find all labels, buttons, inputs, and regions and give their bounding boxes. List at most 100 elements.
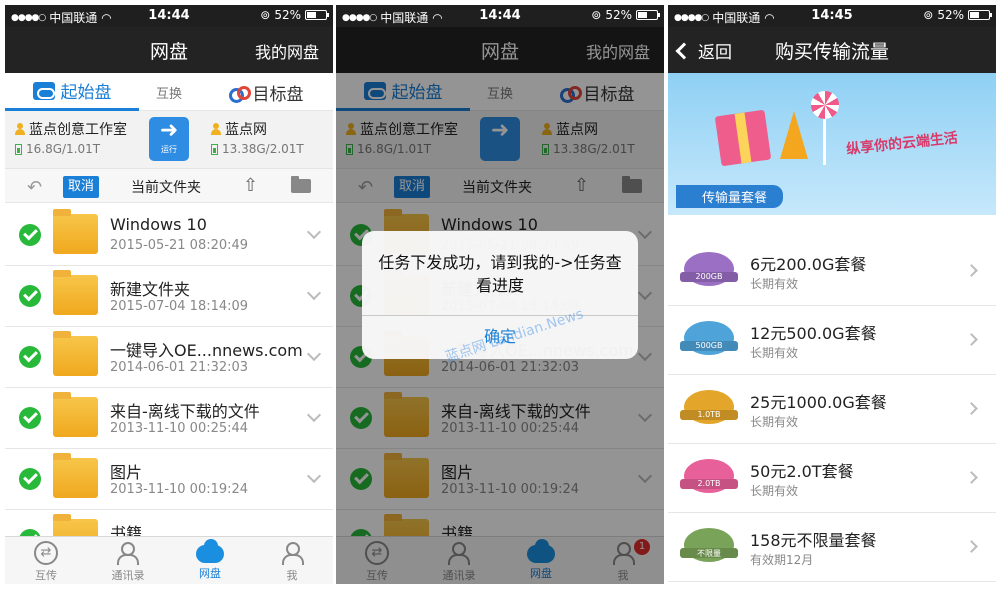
storage-icon <box>211 143 218 155</box>
my-netdisk-button[interactable]: 我的网盘 <box>255 39 319 63</box>
undo-icon[interactable]: ↶ <box>27 177 42 198</box>
arrow-right-icon: ➜ <box>159 118 179 143</box>
chevron-down-icon[interactable] <box>306 224 322 240</box>
status-bar: ●●●●○ 中国联通 ◠ 14:44 ⊚ 52% <box>336 5 664 27</box>
battery-icon <box>305 10 329 20</box>
lollipop-stick <box>823 117 826 165</box>
check-icon[interactable] <box>19 529 41 536</box>
package-row[interactable]: 500GB 12元500.0G套餐 长期有效 <box>668 306 996 375</box>
medal-label: 200GB <box>695 272 723 281</box>
medal-label: 不限量 <box>697 549 721 558</box>
current-folder-label: 当前文件夹 <box>131 180 201 196</box>
source-disk[interactable]: 蓝点创意工作室 16.8G/1.01T <box>15 119 127 156</box>
gift-box-icon <box>714 109 772 167</box>
target-disk[interactable]: 蓝点网 13.38G/2.01T <box>211 119 304 156</box>
file-row[interactable]: Windows 10 2015-05-21 08:20:49 <box>5 205 333 266</box>
package-row[interactable]: 不限量 158元不限量套餐 有效期12月 <box>668 513 996 582</box>
tab-source-disk[interactable]: 起始盘 <box>5 73 139 111</box>
cancel-button[interactable]: 取消 <box>63 176 99 198</box>
package-row[interactable]: 1.0TB 25元1000.0G套餐 长期有效 <box>668 375 996 444</box>
check-icon[interactable] <box>19 346 41 368</box>
bottom-tab-label: 我 <box>286 569 298 582</box>
chevron-down-icon[interactable] <box>306 468 322 484</box>
check-icon[interactable] <box>19 285 41 307</box>
folder-icon <box>53 514 98 536</box>
bottom-tab-label: 互传 <box>35 569 57 582</box>
chevron-down-icon[interactable] <box>306 346 322 362</box>
chevron-down-icon[interactable] <box>306 285 322 301</box>
bottom-tab-contacts[interactable]: 通讯录 <box>87 537 169 584</box>
file-row[interactable]: 来自-离线下载的文件 2013-11-10 00:25:44 <box>5 388 333 449</box>
bottom-tab-label: 通讯录 <box>111 569 145 582</box>
target-disk-icon <box>228 85 251 103</box>
package-validity: 长期有效 <box>750 277 799 291</box>
target-disk-name: 蓝点网 <box>225 122 267 138</box>
lollipop-icon <box>811 91 839 119</box>
package-validity: 长期有效 <box>750 484 799 498</box>
chevron-right-icon <box>965 471 978 484</box>
package-title: 158元不限量套餐 <box>750 531 877 550</box>
screen-netdisk-alert: ●●●●○ 中国联通 ◠ 14:44 ⊚ 52% 网盘 我的网盘 起始盘 互换 目标盘… <box>336 5 664 584</box>
bottom-tab-netdisk[interactable]: 网盘 <box>169 537 251 584</box>
chevron-right-icon <box>965 540 978 553</box>
user-icon <box>15 123 25 135</box>
run-label: 运行 <box>161 145 177 154</box>
chevron-down-icon[interactable] <box>306 407 322 423</box>
package-title: 6元200.0G套餐 <box>750 255 867 274</box>
file-name: 图片 <box>110 463 143 482</box>
status-bar: ●●●●○ 中国联通 ◠ 14:45 ⊚ 52% <box>668 5 996 27</box>
check-icon[interactable] <box>19 407 41 429</box>
contacts-icon <box>115 541 141 565</box>
package-row[interactable]: 200GB 6元200.0G套餐长期有效 <box>668 237 996 306</box>
file-row[interactable]: 新建文件夹2015-07-04 18:14:09 <box>5 266 333 327</box>
package-title: 50元2.0T套餐 <box>750 462 854 481</box>
tab-target-disk[interactable]: 目标盘 <box>199 73 333 111</box>
folder-icon[interactable] <box>291 176 311 193</box>
user-icon <box>211 123 221 135</box>
promo-banner: 纵享你的云端生活 传输量套餐 <box>668 73 996 215</box>
bottom-tab-label: 网盘 <box>199 567 221 580</box>
file-row[interactable]: 一键导入OE...nnews.com2014-06-01 21:32:03 <box>5 327 333 388</box>
upload-icon[interactable]: ⇧ <box>243 175 258 196</box>
folder-icon <box>53 209 98 254</box>
file-date: 2013-11-10 00:19:24 <box>110 482 249 497</box>
file-row[interactable]: 书籍 <box>5 510 333 536</box>
battery-percent: 52% <box>274 8 301 22</box>
package-medal-icon: 2.0TB <box>684 459 734 493</box>
battery-percent: 52% <box>605 8 632 22</box>
banner-label: 传输量套餐 <box>676 185 784 208</box>
package-medal-icon: 500GB <box>684 321 734 355</box>
medal-label: 1.0TB <box>697 410 721 419</box>
file-date: 2015-07-04 18:14:09 <box>110 299 249 314</box>
bottom-tab-me[interactable]: 我 <box>251 537 333 584</box>
file-name: 一键导入OE...nnews.com <box>110 341 303 360</box>
source-disk-name: 蓝点创意工作室 <box>29 122 127 138</box>
file-row[interactable]: 图片 2013-11-10 00:19:24 <box>5 449 333 510</box>
package-title: 25元1000.0G套餐 <box>750 393 887 412</box>
folder-toolbar: ↶ 取消 当前文件夹 ⇧ <box>5 169 333 203</box>
nav-bar: 返回 购买传输流量 <box>668 27 996 73</box>
lock-rotation-icon: ⊚ <box>260 8 271 22</box>
alert-message: 任务下发成功，请到我的->任务查看进度 <box>378 253 622 295</box>
file-date: 2014-06-01 21:32:03 <box>110 360 249 375</box>
bottom-tab-transfer[interactable]: ⇄ 互传 <box>5 537 87 584</box>
package-row[interactable]: 2.0TB 50元2.0T套餐长期有效 <box>668 444 996 513</box>
party-hat-icon <box>780 111 808 159</box>
screen-buy-traffic: ●●●●○ 中国联通 ◠ 14:45 ⊚ 52% 返回 购买传输流量 纵享你的云端生活… <box>668 5 996 584</box>
source-disk-size: 16.8G/1.01T <box>26 142 101 156</box>
tab-swap[interactable]: 互换 <box>139 73 199 111</box>
transfer-panel: 蓝点创意工作室 16.8G/1.01T ➜ 运行 蓝点网 13.38G/2.01T <box>5 111 333 169</box>
package-validity: 长期有效 <box>750 346 799 360</box>
person-icon <box>279 541 305 565</box>
status-bar: ●●●●○ 中国联通 ◠ 14:44 ⊚ 52% <box>5 5 333 27</box>
run-button[interactable]: ➜ 运行 <box>149 117 189 161</box>
storage-icon <box>15 143 22 155</box>
cloud-icon <box>32 81 55 100</box>
page-title: 购买传输流量 <box>774 41 889 63</box>
battery-icon <box>636 10 660 20</box>
chevron-right-icon <box>965 264 978 277</box>
battery-percent: 52% <box>937 8 964 22</box>
lock-rotation-icon: ⊚ <box>591 8 602 22</box>
check-icon[interactable] <box>19 468 41 490</box>
check-icon[interactable] <box>19 224 41 246</box>
